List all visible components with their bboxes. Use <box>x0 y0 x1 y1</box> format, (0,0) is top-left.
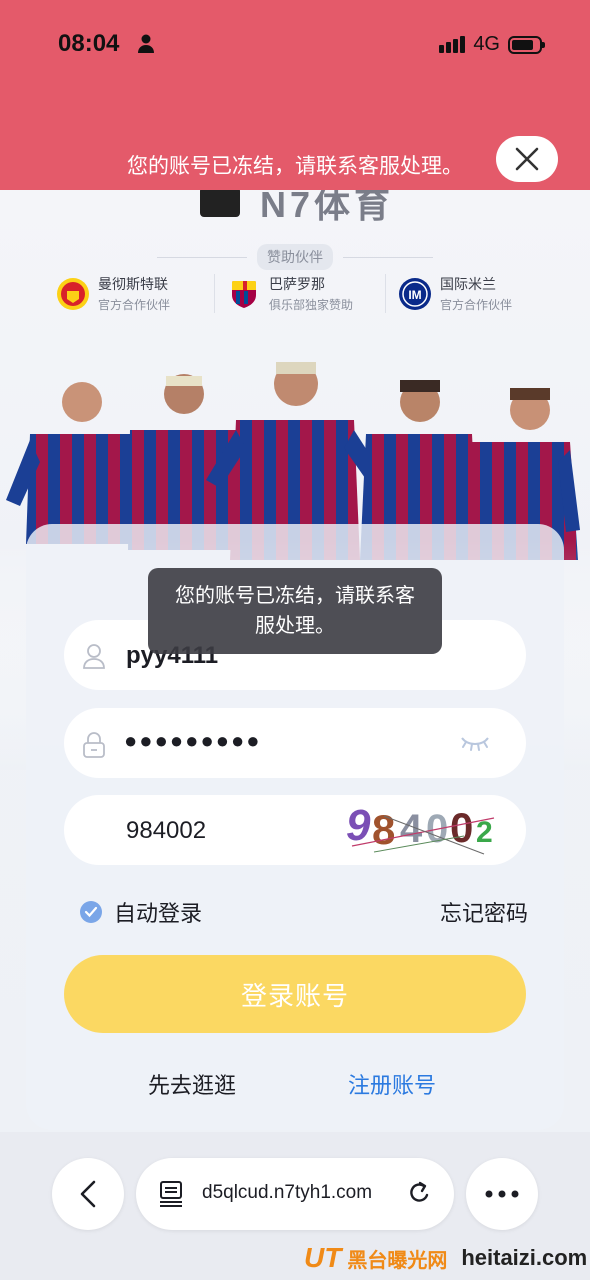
man-utd-crest-icon <box>57 277 89 310</box>
barcelona-crest-icon <box>232 280 256 308</box>
login-button[interactable]: 登录账号 <box>64 955 526 1033</box>
watermark-cn: 黑台曝光网 <box>347 1249 448 1272</box>
sponsor-heading: 赞助伙伴 <box>0 244 590 270</box>
more-icon <box>485 1190 519 1198</box>
chevron-left-icon <box>80 1180 96 1208</box>
watermark-logo: UT <box>304 1242 342 1273</box>
password-field[interactable]: ●●●●●●●●● <box>64 708 526 778</box>
reader-icon[interactable] <box>158 1180 184 1208</box>
browse-first-link[interactable]: 先去逛逛 <box>148 1068 236 1100</box>
url-text: d5qlcud.n7tyh1.com <box>202 1182 373 1203</box>
inter-milan-crest-icon: IM <box>399 277 431 310</box>
password-input[interactable]: ●●●●●●●●● <box>124 728 262 754</box>
captcha-input[interactable] <box>124 813 348 849</box>
person-icon <box>138 34 154 53</box>
watermark: UT 黑台曝光网 heitaizi.com <box>304 1242 587 1274</box>
partner-list: 曼彻斯特联 官方合作伙伴 巴萨罗那 俱乐部独家赞助 IM 国际米兰 官方合作伙伴 <box>56 274 556 313</box>
watermark-en: heitaizi.com <box>461 1245 588 1270</box>
address-bar[interactable]: d5qlcud.n7tyh1.com <box>136 1158 454 1230</box>
status-time: 08:04 <box>58 30 120 57</box>
checkbox-checked-icon <box>80 901 102 923</box>
close-banner-button[interactable] <box>496 136 558 182</box>
auto-login-label: 自动登录 <box>114 901 203 926</box>
back-button[interactable] <box>52 1158 124 1230</box>
partner-item: IM 国际米兰 官方合作伙伴 <box>385 274 556 313</box>
register-link[interactable]: 注册账号 <box>348 1068 436 1100</box>
network-type: 4G <box>473 33 500 55</box>
user-icon <box>83 644 105 669</box>
forgot-password-link[interactable]: 忘记密码 <box>440 896 528 928</box>
auto-login-checkbox[interactable]: 自动登录 <box>80 896 202 928</box>
close-icon <box>515 147 539 171</box>
svg-text:8: 8 <box>372 806 395 853</box>
frozen-banner: 08:04 4G 您的账号已冻结，请联系客服处理。 <box>0 0 590 190</box>
partner-item: 曼彻斯特联 官方合作伙伴 <box>56 274 214 313</box>
svg-text:0: 0 <box>450 804 473 851</box>
more-options-button[interactable] <box>466 1158 538 1230</box>
captcha-image[interactable]: 9 8 4 0 0 2 <box>344 796 504 862</box>
lock-icon <box>83 732 105 758</box>
error-toast: 您的账号已冻结，请联系客服处理。 <box>148 568 442 654</box>
eye-closed-icon[interactable] <box>460 734 490 752</box>
battery-icon <box>508 35 545 54</box>
svg-text:IM: IM <box>408 288 421 302</box>
reload-icon[interactable] <box>406 1180 432 1208</box>
status-indicators: 4G <box>439 33 545 56</box>
signal-icon <box>439 36 466 53</box>
site-logo: N7体育 <box>200 190 394 228</box>
partner-item: 巴萨罗那 俱乐部独家赞助 <box>214 274 385 313</box>
